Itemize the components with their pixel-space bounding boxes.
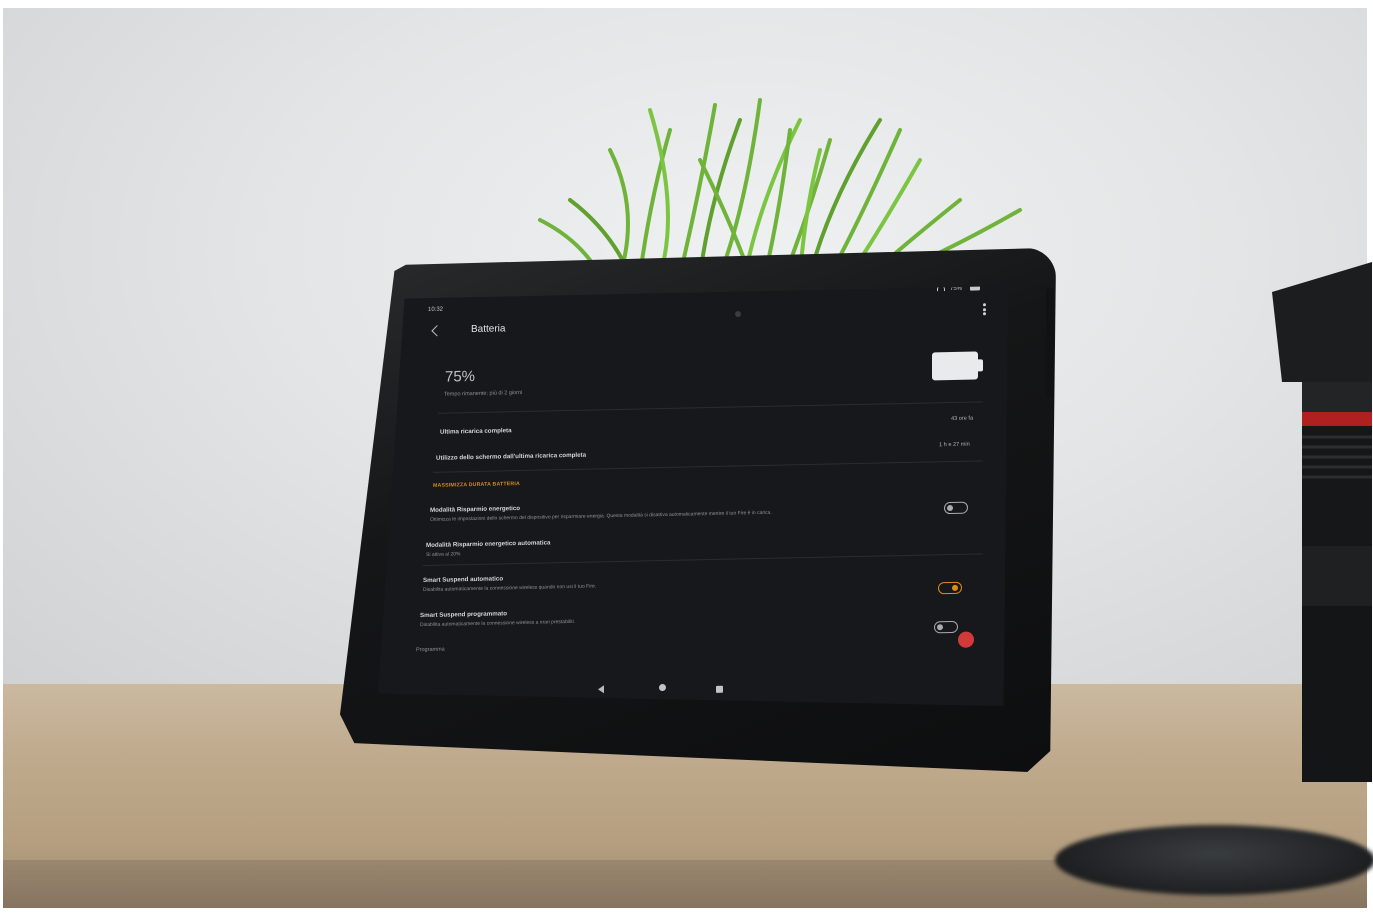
usage-value: 43 ore fa: [951, 415, 974, 422]
nav-recents-icon[interactable]: [716, 685, 723, 693]
more-vertical-icon[interactable]: [983, 303, 986, 316]
setting-subtitle: Disabilita automaticamente la connession…: [420, 618, 576, 629]
section-title: MASSIMIZZA DURATA BATTERIA: [433, 481, 520, 489]
tablet-side-edge: [1046, 288, 1054, 398]
divider: [438, 401, 983, 414]
page-title: Batteria: [471, 323, 506, 336]
usage-label: Utilizzo dello schermo dall'ultima ricar…: [436, 451, 587, 462]
status-time: 10:32: [428, 306, 444, 313]
divider: [423, 553, 983, 567]
battery-percent: 75%: [445, 367, 476, 386]
power-saver-toggle[interactable]: [944, 501, 968, 515]
battery-large-icon: [932, 351, 978, 381]
nav-home-icon[interactable]: [659, 683, 666, 692]
record-badge-icon: [958, 631, 974, 648]
setting-title: Modalità Risparmio energetico: [430, 505, 521, 514]
usage-value: 1 h e 27 min: [939, 441, 970, 449]
tablet-device: 10:32 75% Batteria 75% Tempo rimanente: …: [340, 248, 1056, 772]
chevron-left-icon[interactable]: [431, 325, 443, 337]
battery-remaining: Tempo rimanente: più di 2 giorni: [444, 389, 523, 398]
setting-title: Smart Suspend automatico: [423, 575, 504, 585]
scheduled-suspend-toggle[interactable]: [934, 620, 958, 634]
divider: [433, 460, 983, 473]
lens-cap: [1055, 825, 1373, 895]
settings-screen: 10:32 75% Batteria 75% Tempo rimanente: …: [378, 286, 1008, 706]
smart-suspend-toggle[interactable]: [938, 581, 962, 595]
setting-partial: Programma: [416, 646, 445, 654]
photo-scene: 10:32 75% Batteria 75% Tempo rimanente: …: [0, 0, 1373, 914]
setting-title: Smart Suspend programmato: [420, 610, 507, 620]
tablet-screen: 10:32 75% Batteria 75% Tempo rimanente: …: [378, 286, 1008, 706]
setting-title: Modalità Risparmio energetico automatica: [426, 539, 551, 549]
setting-subtitle: Si attiva al 20%: [426, 551, 461, 558]
nav-back-icon[interactable]: [598, 685, 604, 694]
camera-lens: [1272, 262, 1372, 782]
usage-label: Ultima ricarica completa: [440, 427, 512, 436]
setting-subtitle: Disabilita automaticamente la connession…: [423, 583, 597, 594]
